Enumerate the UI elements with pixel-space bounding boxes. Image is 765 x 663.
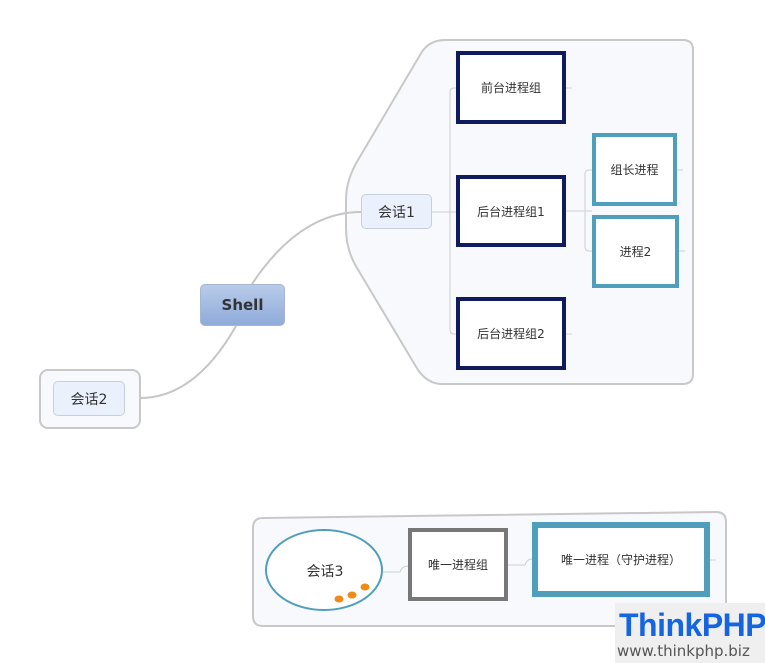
group-leader-process-node[interactable]: 组长进程 <box>592 133 677 206</box>
foreground-process-group-node[interactable]: 前台进程组 <box>456 51 566 124</box>
process2-node[interactable]: 进程2 <box>592 215 679 288</box>
session3-label: 会话3 <box>306 564 344 580</box>
connector-shell-session1 <box>251 211 362 285</box>
single-daemon-process-node[interactable]: 唯一进程（守护进程） <box>532 522 710 597</box>
session1-node[interactable]: 会话1 <box>361 194 432 229</box>
single-process-group-node[interactable]: 唯一进程组 <box>408 528 508 601</box>
connector-shell-session2 <box>139 325 237 399</box>
background-process-group1-node[interactable]: 后台进程组1 <box>456 175 566 247</box>
background-process-group2-node[interactable]: 后台进程组2 <box>456 297 566 370</box>
root-node-shell[interactable]: Shell <box>200 284 285 326</box>
watermark-brand: ThinkPHP <box>619 607 765 643</box>
session2-node[interactable]: 会话2 <box>53 381 125 416</box>
thinkphp-watermark-logo: ThinkPHP www.thinkphp.biz <box>615 603 765 663</box>
watermark-url: www.thinkphp.biz <box>617 642 750 660</box>
